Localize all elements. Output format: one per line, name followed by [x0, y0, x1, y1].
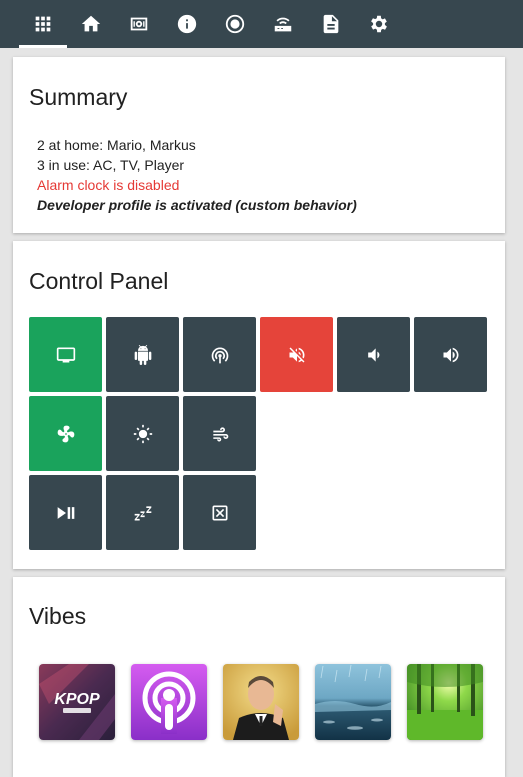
podcasts-app-art [131, 664, 207, 740]
speaker-icon [130, 17, 148, 31]
control-panel-card: Control Panel [13, 241, 505, 569]
close-box-icon [212, 505, 227, 520]
document-icon [323, 14, 339, 34]
nav-grid-button[interactable] [19, 0, 67, 48]
nav-document-button[interactable] [307, 0, 355, 48]
vibe-rain[interactable] [315, 664, 391, 740]
close-box-button[interactable] [183, 475, 256, 550]
fan-toggle-button[interactable] [29, 396, 102, 471]
cast-icon [211, 347, 228, 363]
mute-icon [289, 347, 304, 362]
at-home-status: 2 at home: Mario, Markus [37, 137, 196, 153]
in-use-status: 3 in use: AC, TV, Player [37, 157, 185, 173]
entertainer-art [223, 664, 299, 740]
sleep-toggle-button[interactable] [106, 475, 179, 550]
nav-settings-button[interactable] [355, 0, 403, 48]
vibe-podcasts[interactable] [131, 664, 207, 740]
play-pause-icon [57, 506, 74, 519]
android-icon [134, 344, 151, 365]
brightness-toggle-button[interactable] [106, 396, 179, 471]
cast-toggle-button[interactable] [183, 317, 256, 392]
nav-info-button[interactable] [163, 0, 211, 48]
android-toggle-button[interactable] [106, 317, 179, 392]
alarm-status: Alarm clock is disabled [37, 177, 180, 193]
volume-up-icon [443, 347, 458, 362]
wind-toggle-button[interactable] [183, 396, 256, 471]
nav-home-button[interactable] [67, 0, 115, 48]
nav-speaker-button[interactable] [115, 0, 163, 48]
kpop-logo-text: KPOP [54, 691, 100, 708]
sleep-icon [134, 505, 151, 520]
vibe-entertainer[interactable] [223, 664, 299, 740]
summary-lines: 2 at home: Mario, Markus 3 in use: AC, T… [37, 135, 357, 215]
summary-title: Summary [29, 84, 128, 110]
developer-profile-status: Developer profile is activated (custom b… [37, 197, 357, 213]
mute-toggle-button[interactable] [260, 317, 333, 392]
rain-water-art [315, 664, 391, 740]
top-nav-bar [0, 0, 523, 48]
home-icon [81, 15, 101, 32]
nav-router-button[interactable] [259, 0, 307, 48]
kpop-album-art: KPOP [39, 664, 115, 740]
wind-icon [212, 426, 228, 441]
vibe-kpop[interactable]: KPOP [39, 664, 115, 740]
tv-toggle-button[interactable] [29, 317, 102, 392]
router-icon [274, 17, 292, 32]
grid-icon [35, 16, 51, 32]
forest-art [407, 664, 483, 740]
vibes-title: Vibes [29, 603, 87, 629]
control-panel-title: Control Panel [29, 268, 169, 294]
info-icon [177, 14, 197, 34]
fan-icon [57, 425, 74, 442]
play-pause-button[interactable] [29, 475, 102, 550]
volume-down-button[interactable] [337, 317, 410, 392]
gear-icon [371, 15, 387, 33]
summary-card: Summary 2 at home: Mario, Markus 3 in us… [13, 57, 505, 233]
volume-down-icon [367, 347, 379, 362]
brightness-icon [133, 424, 152, 443]
vibe-forest[interactable] [407, 664, 483, 740]
tv-icon [56, 347, 75, 362]
volume-up-button[interactable] [414, 317, 487, 392]
vibes-card: Vibes KPOP [13, 577, 505, 777]
radio-button-icon [225, 14, 245, 34]
nav-radio-button[interactable] [211, 0, 259, 48]
